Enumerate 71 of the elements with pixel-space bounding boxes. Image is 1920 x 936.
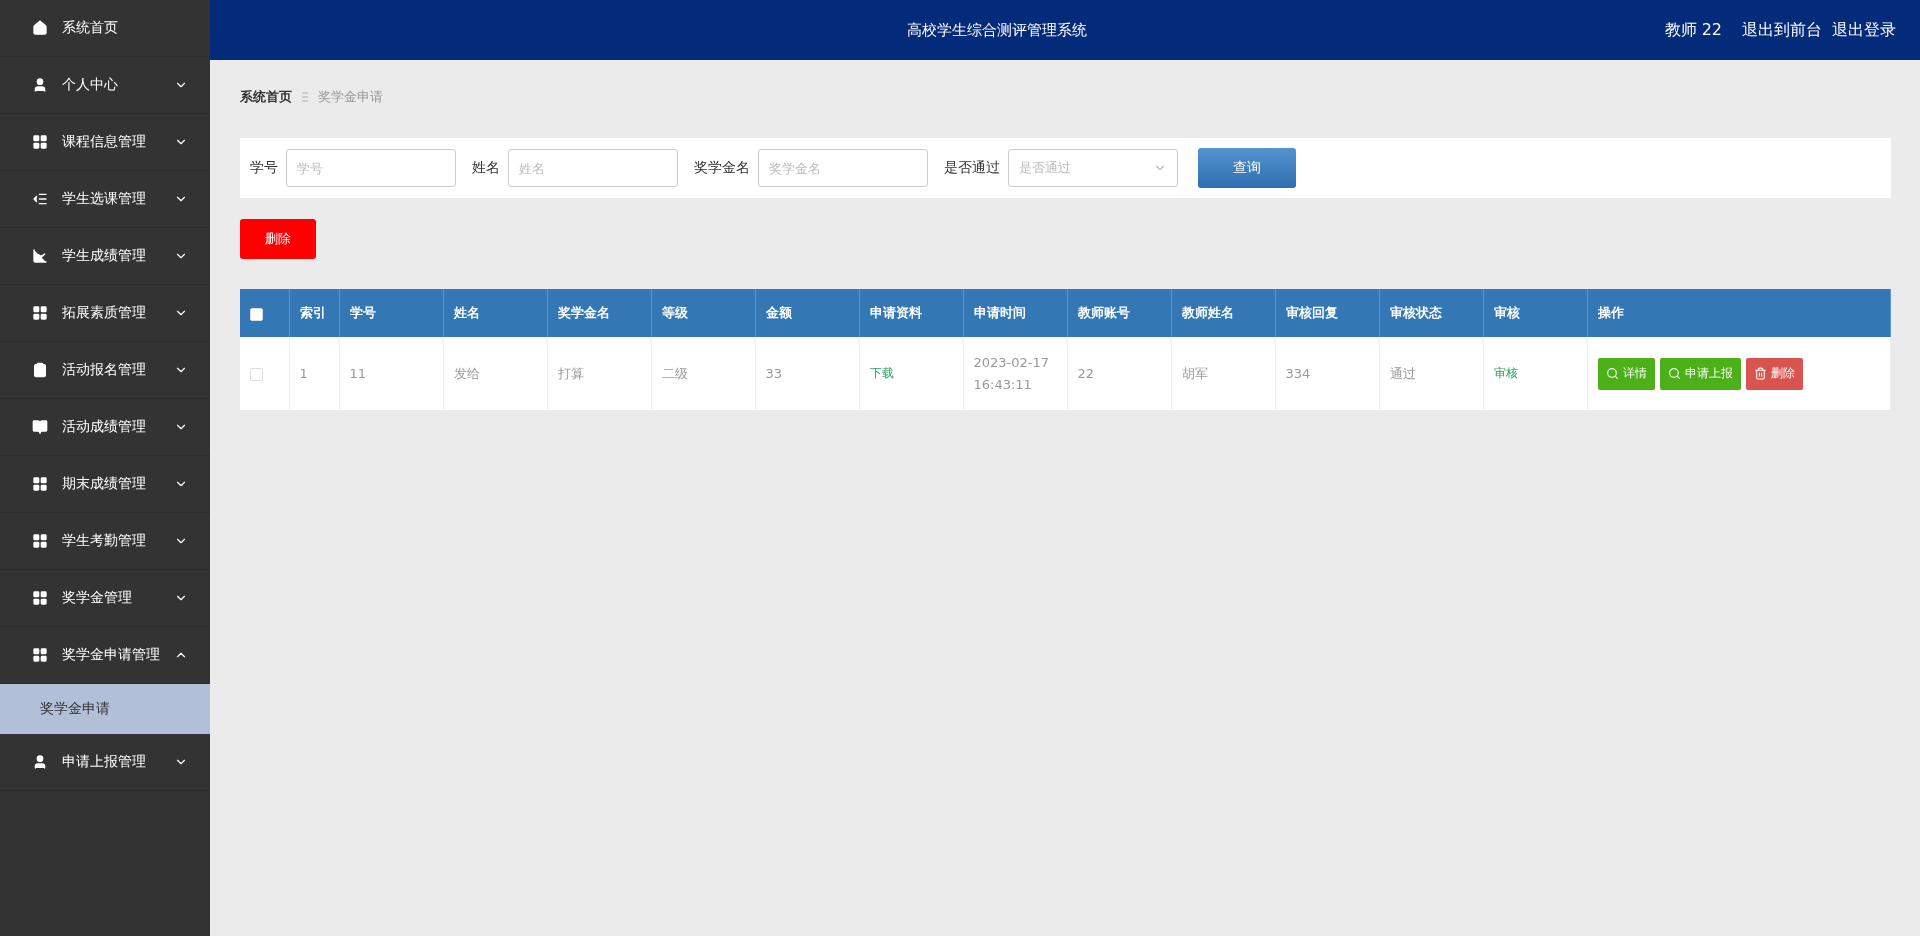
sidebar-item[interactable]: 拓展素质管理 — [0, 285, 210, 342]
grid-icon — [32, 590, 48, 606]
trash-icon — [1753, 367, 1767, 380]
column-header: 审核回复 — [1275, 289, 1379, 337]
system-title: 高校学生综合测评管理系统 — [906, 20, 1089, 40]
table-cell: 二级 — [651, 337, 755, 410]
grid-icon — [32, 134, 48, 150]
search-icon — [1605, 367, 1619, 380]
checkbox[interactable] — [250, 307, 263, 321]
column-header: 操作 — [1587, 289, 1891, 337]
sidebar-subitem[interactable]: 奖学金申请 — [0, 684, 210, 734]
grid-icon — [32, 305, 48, 321]
book-icon — [32, 419, 48, 435]
delete-button[interactable]: 删除 — [1745, 357, 1803, 390]
column-header: 申请资料 — [859, 289, 963, 337]
sidebar-item[interactable]: 学生成绩管理 — [0, 228, 210, 285]
table-cell: 胡军 — [1171, 337, 1275, 410]
column-header: 审核状态 — [1379, 289, 1483, 337]
sidebar-item[interactable]: 申请上报管理 — [0, 734, 210, 791]
sidebar-item[interactable]: 奖学金管理 — [0, 570, 210, 627]
field-label: 是否通过 — [944, 159, 1000, 177]
sidebar-item[interactable]: 期末成绩管理 — [0, 456, 210, 513]
user-name: 教师 22 — [1664, 19, 1722, 41]
query-button[interactable]: 查询 — [1198, 148, 1296, 188]
column-header: 姓名 — [443, 289, 547, 337]
column-header: 教师姓名 — [1171, 289, 1275, 337]
column-header: 学号 — [339, 289, 443, 337]
sidebar-item[interactable]: 学生选课管理 — [0, 171, 210, 228]
user-icon — [32, 77, 48, 93]
table-cell: 1 — [289, 337, 339, 410]
column-header: 教师账号 — [1067, 289, 1171, 337]
input-field[interactable]: 学号 — [286, 149, 456, 187]
input-field[interactable]: 姓名 — [508, 149, 678, 187]
grid-icon — [32, 476, 48, 492]
breadcrumb-item: 奖学金申请 — [318, 88, 383, 106]
delete-button[interactable]: 删除 — [240, 219, 316, 259]
table-cell: 打算 — [547, 337, 651, 410]
column-header: 申请时间 — [963, 289, 1067, 337]
field-label: 学号 — [250, 159, 278, 177]
table-cell: 33 — [755, 337, 859, 410]
input-field[interactable]: 奖学金名 — [758, 149, 928, 187]
column-header: 金额 — [755, 289, 859, 337]
table-cell: 发给 — [443, 337, 547, 410]
sidebar-item[interactable]: 活动成绩管理 — [0, 399, 210, 456]
column-header: 等级 — [651, 289, 755, 337]
clipboard-icon — [32, 362, 48, 378]
table-cell: 2023-02-17 16:43:11 — [963, 337, 1067, 410]
header-link[interactable]: 退出登录 — [1832, 19, 1896, 41]
breadcrumb-item[interactable]: 系统首页 — [240, 88, 292, 106]
header-link[interactable]: 退出到前台 — [1742, 19, 1822, 41]
breadcrumb-separator-icon — [302, 92, 308, 102]
list-icon — [32, 191, 48, 207]
home-icon — [32, 20, 48, 36]
sidebar-item[interactable]: 学生考勤管理 — [0, 513, 210, 570]
field-label: 奖学金名 — [694, 159, 750, 177]
table-cell: 通过 — [1379, 337, 1483, 410]
sidebar-item[interactable]: 个人中心 — [0, 57, 210, 114]
search-icon — [1667, 367, 1681, 380]
table-cell: 22 — [1067, 337, 1171, 410]
sidebar-item[interactable]: 活动报名管理 — [0, 342, 210, 399]
table-cell: 334 — [1275, 337, 1379, 410]
grid-icon — [32, 647, 48, 663]
checkbox[interactable] — [250, 368, 263, 381]
column-header: 奖学金名 — [547, 289, 651, 337]
field-label: 姓名 — [472, 159, 500, 177]
grid-icon — [32, 533, 48, 549]
sidebar-item[interactable]: 课程信息管理 — [0, 114, 210, 171]
column-header: 审核 — [1483, 289, 1587, 337]
user-icon — [32, 754, 48, 770]
column-header: 索引 — [289, 289, 339, 337]
table-cell: 11 — [339, 337, 443, 410]
